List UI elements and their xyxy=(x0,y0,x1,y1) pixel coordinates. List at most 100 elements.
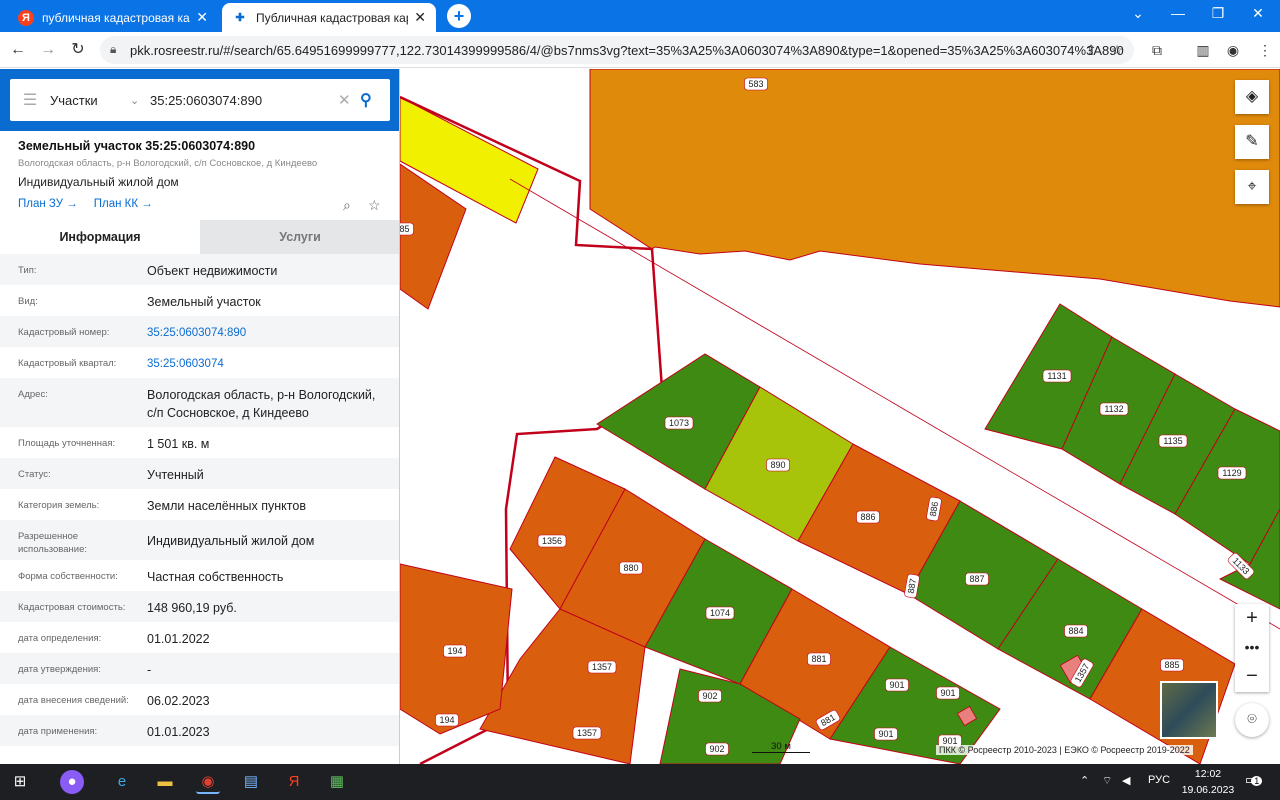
info-row: Адрес: Вологодская область, р-н Вологодс… xyxy=(0,378,399,427)
tab-information[interactable]: Информация xyxy=(0,220,200,254)
object-title: Земельный участок 35:25:0603074:890 xyxy=(18,139,256,153)
windows-taskbar: ⊞ ● e ▬ ◉ ▤ Я ▦ ⌃ ⌔ ◀︎ РУС 12:02 19.06.2… xyxy=(0,764,1280,800)
info-row: Тип: Объект недвижимости xyxy=(0,254,399,285)
parcel-number: 884 xyxy=(1068,626,1083,636)
zoom-to-object-icon[interactable]: ⌕ xyxy=(343,197,351,214)
parcel-label: 194 xyxy=(443,644,467,658)
plan-zu-link[interactable]: План ЗУ → xyxy=(18,198,78,210)
parcel-label: 1131 xyxy=(1042,369,1072,383)
parcel-number: 885 xyxy=(1164,660,1179,670)
info-row: Разрешенное использование: Индивидуальны… xyxy=(0,520,399,560)
info-row: дата применения: 01.01.2023 xyxy=(0,715,399,746)
info-value: 1 501 кв. м xyxy=(147,437,210,451)
parcel-583[interactable] xyxy=(589,69,1280,308)
alice-icon[interactable]: ● xyxy=(60,770,84,794)
search-box: ☰ Участки ⌄ 35:25:0603074:890 ✕ ⚲ xyxy=(10,79,390,121)
info-row: Категория земель: Земли населённых пункт… xyxy=(0,489,399,520)
windows-start-icon[interactable]: ⊞ xyxy=(8,770,32,794)
volume-icon[interactable]: ◀︎ xyxy=(1122,774,1130,787)
info-value: 01.01.2022 xyxy=(147,632,210,646)
chrome-icon[interactable]: ◉ xyxy=(196,770,220,794)
notepad-icon[interactable]: ▤ xyxy=(239,770,263,794)
tray-arrow-icon[interactable]: ⌃ xyxy=(1080,774,1089,787)
browser-tab-pkk[interactable]: ✚ Публичная кадастровая карта ✕ xyxy=(222,3,436,32)
chevron-down-icon[interactable]: ⌄ xyxy=(130,94,150,107)
side-panel-icon[interactable]: ▥ xyxy=(1192,39,1214,61)
clock-time: 12:02 xyxy=(1194,768,1222,780)
tab-services[interactable]: Услуги xyxy=(200,220,399,254)
reload-button[interactable]: ↻ xyxy=(66,38,90,62)
hamburger-icon[interactable]: ☰ xyxy=(10,90,50,110)
info-value: 06.02.2023 xyxy=(147,694,210,708)
search-input[interactable]: 35:25:0603074:890 xyxy=(150,93,338,108)
more-icon[interactable]: ••• xyxy=(1235,633,1269,662)
minimize-button[interactable]: — xyxy=(1158,0,1198,28)
info-value: Земли населённых пунктов xyxy=(147,499,306,513)
cadastral-map[interactable]: 583 1073 890 886 886 887 887 884 1131 1132 1135 112… xyxy=(400,69,1280,764)
extensions-icon[interactable]: ⧉ xyxy=(1146,39,1168,61)
parcel-number: 1073 xyxy=(669,418,689,428)
search-type-select[interactable]: Участки xyxy=(50,93,130,108)
clock[interactable]: 12:02 19.06.2023 xyxy=(1180,766,1236,798)
map-canvas[interactable]: 5831073890886 886887887884113111321135112… xyxy=(400,69,1280,764)
maximize-button[interactable]: ❐ xyxy=(1198,0,1238,28)
info-value: 01.01.2023 xyxy=(147,725,210,739)
zoom-in-button[interactable]: + xyxy=(1235,604,1269,633)
info-value: Частная собственность xyxy=(147,570,284,584)
address-bar[interactable]: 🔒︎ pkk.rosreestr.ru/#/search/65.64951699… xyxy=(100,36,1134,64)
file-explorer-icon[interactable]: ▬ xyxy=(153,770,177,794)
pkk-icon: ✚ xyxy=(235,12,245,24)
parcel-number: 1135 xyxy=(1163,436,1182,446)
info-row: Кадастровый квартал: 35:25:0603074 xyxy=(0,347,399,378)
parcel-label: 1132 xyxy=(1099,402,1129,416)
menu-kebab-icon[interactable]: ⋮ xyxy=(1254,39,1276,61)
scale-bar: 30 м xyxy=(752,741,810,753)
info-row: дата внесения сведений: 06.02.2023 xyxy=(0,684,399,715)
locate-icon[interactable]: ⌖ xyxy=(1235,170,1269,204)
profile-avatar[interactable]: ◉ xyxy=(1222,39,1244,61)
close-tab-icon[interactable]: ✕ xyxy=(196,9,208,26)
back-button[interactable]: ← xyxy=(6,38,30,62)
info-value: - xyxy=(147,663,152,677)
cadastral-quarter-link[interactable]: 35:25:0603074 xyxy=(147,347,382,373)
plan-kk-link[interactable]: План КК → xyxy=(94,198,153,210)
parcel-number: 1132 xyxy=(1104,404,1123,414)
close-tab-icon[interactable]: ✕ xyxy=(414,9,426,26)
cadastral-number-link[interactable]: 35:25:0603074:890 xyxy=(147,316,382,342)
search-icon[interactable]: ⚲ xyxy=(360,90,390,110)
bookmark-star-icon[interactable]: ☆ xyxy=(1106,39,1128,61)
parcel-number: 890 xyxy=(770,460,785,470)
info-label: дата утверждения: xyxy=(18,664,101,675)
language-indicator[interactable]: РУС xyxy=(1148,774,1170,786)
url-text: pkk.rosreestr.ru/#/search/65.64951699999… xyxy=(130,42,1124,58)
wifi-icon[interactable]: ⌔ xyxy=(1102,774,1112,788)
browser-tab-yandex[interactable]: Я публичная кадастровая карта ✕ xyxy=(8,3,218,32)
parcel-number: 902 xyxy=(709,744,724,754)
tab-search-icon[interactable]: ⌄ xyxy=(1118,0,1158,28)
favorite-star-icon[interactable]: ☆ xyxy=(368,197,381,214)
new-tab-button[interactable]: + xyxy=(447,4,471,28)
parcel-label: 885 xyxy=(400,222,414,236)
parcel-label: 583 xyxy=(744,77,768,91)
basemap-switcher[interactable] xyxy=(1160,681,1218,739)
info-row: Статус: Учтенный xyxy=(0,458,399,489)
parcel-number: 583 xyxy=(748,79,763,89)
ruler-icon[interactable]: ✎ xyxy=(1235,125,1269,159)
clear-icon[interactable]: ✕ xyxy=(338,91,360,109)
notifications-icon[interactable]: ▭1 xyxy=(1245,772,1265,792)
share-icon[interactable]: ⇪ xyxy=(1080,39,1102,61)
info-label: Статус: xyxy=(18,469,51,480)
info-value: Индивидуальный жилой дом xyxy=(147,534,315,548)
layers-icon[interactable]: ◈ xyxy=(1235,80,1269,114)
forward-button[interactable]: → xyxy=(36,38,60,62)
yandex-browser-icon[interactable]: Я xyxy=(282,770,306,794)
compass-icon[interactable]: ⌾ xyxy=(1235,703,1269,737)
edge-icon[interactable]: e xyxy=(110,770,134,794)
parcel-label: 1074 xyxy=(705,606,735,620)
close-window-button[interactable]: ✕ xyxy=(1238,0,1278,28)
parcel-label: 1135 xyxy=(1158,434,1188,448)
store-icon[interactable]: ▦ xyxy=(325,770,349,794)
parcel-number: 1131 xyxy=(1047,371,1066,381)
zoom-out-button[interactable]: − xyxy=(1235,662,1269,691)
tab-title: публичная кадастровая карта xyxy=(42,10,190,25)
